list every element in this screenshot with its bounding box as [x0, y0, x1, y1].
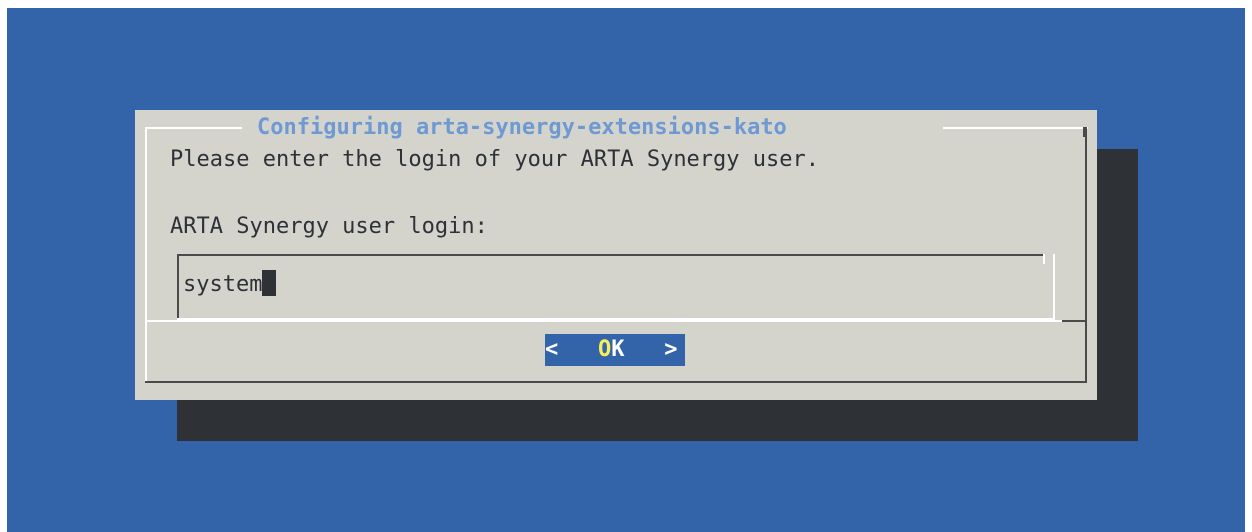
frame-line [145, 381, 1087, 383]
input-border [177, 254, 1045, 256]
field-label: ARTA Synergy user login: [170, 214, 488, 239]
frame-line [1085, 127, 1087, 383]
frame-line [145, 127, 242, 129]
input-border [1043, 254, 1045, 264]
button-separator [145, 320, 1085, 322]
dialog-title: Configuring arta-synergy-extensions-kato [257, 115, 787, 140]
ok-button-right-bracket: > [651, 337, 678, 362]
dialog-prompt: Please enter the login of your ARTA Syne… [170, 147, 820, 172]
config-dialog: Configuring arta-synergy-extensions-kato… [135, 110, 1097, 400]
ok-button-hotkey: O [598, 337, 612, 362]
frame-line [943, 127, 1088, 129]
login-input[interactable]: system [177, 254, 1055, 320]
frame-line [145, 127, 147, 383]
input-border [177, 318, 1055, 320]
frame-line [1083, 127, 1085, 137]
ok-button-left-bracket: < [545, 337, 572, 362]
ok-button-label: K [611, 337, 625, 362]
button-separator [1062, 320, 1087, 322]
text-cursor [262, 270, 277, 296]
ok-button-padding [625, 337, 652, 362]
login-input-value[interactable]: system [183, 270, 277, 300]
input-text: system [183, 272, 263, 297]
input-border [177, 254, 179, 320]
ok-button-padding [572, 337, 599, 362]
ok-button[interactable]: < OK > [545, 334, 685, 366]
input-border [1053, 254, 1055, 320]
